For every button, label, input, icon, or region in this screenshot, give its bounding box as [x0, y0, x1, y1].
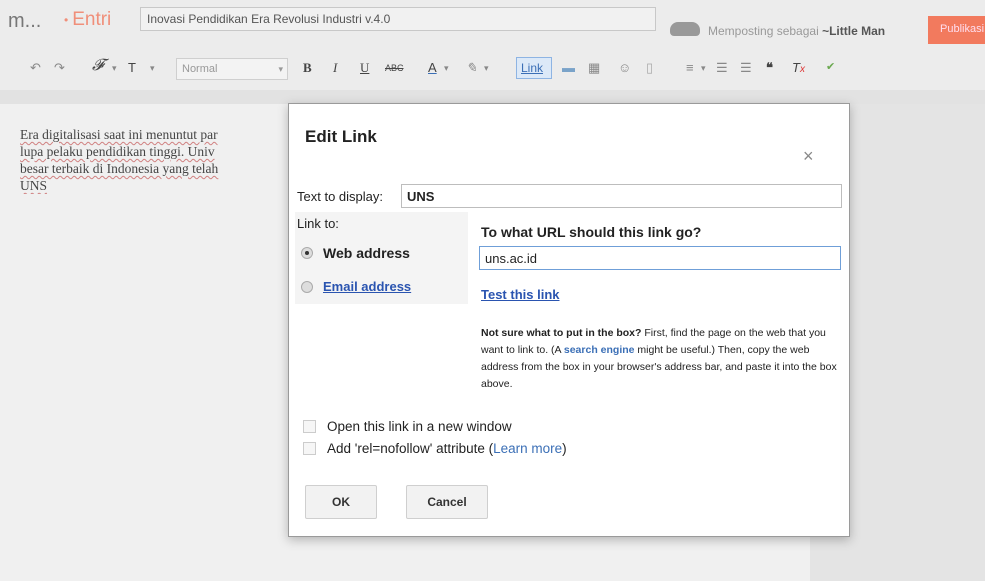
emoji-icon[interactable]: ☺: [618, 60, 631, 75]
avatar: [670, 22, 700, 36]
post-title-input[interactable]: Inovasi Pendidikan Era Revolusi Industri…: [140, 7, 656, 31]
new-window-label: Open this link in a new window: [327, 419, 512, 434]
spellcheck-icon[interactable]: ✔: [826, 60, 835, 73]
text-to-display-input[interactable]: [401, 184, 842, 208]
close-icon[interactable]: ×: [803, 146, 814, 167]
section-label: • Entri: [64, 9, 111, 31]
undo-icon[interactable]: ↶: [30, 60, 41, 76]
edit-link-dialog: Edit Link × Text to display: Link to: We…: [288, 103, 850, 537]
numbered-list-icon[interactable]: ☰: [716, 60, 728, 76]
post-body[interactable]: Era digitalisasi saat ini menuntut par l…: [20, 126, 292, 194]
format-select[interactable]: Normal ▾: [176, 58, 288, 80]
cancel-button[interactable]: Cancel: [406, 485, 488, 519]
toolbar-divider: [0, 90, 985, 104]
redo-icon[interactable]: ↷: [54, 60, 65, 76]
strikethrough-icon[interactable]: ABC: [385, 63, 404, 73]
chevron-down-icon[interactable]: ▾: [444, 63, 449, 74]
radio-checked-icon[interactable]: [301, 247, 313, 259]
chevron-down-icon[interactable]: ▾: [701, 63, 706, 74]
chevron-down-icon[interactable]: ▾: [150, 63, 155, 74]
top-bar: m... • Entri Inovasi Pendidikan Era Revol…: [0, 0, 985, 48]
nofollow-close: ): [562, 441, 567, 456]
help-text: Not sure what to put in the box? First, …: [481, 325, 843, 393]
new-window-checkbox[interactable]: [303, 420, 316, 433]
highlight-icon[interactable]: ✎: [466, 60, 477, 76]
nofollow-option[interactable]: Add 'rel=nofollow' attribute (Learn more…: [303, 441, 567, 456]
blog-name[interactable]: m...: [8, 10, 41, 33]
post-body-line: lupa pelaku pendidikan tinggi. Univ: [20, 144, 215, 159]
jump-break-icon[interactable]: ▯: [646, 60, 653, 76]
post-body-line: UNS: [20, 178, 48, 193]
image-icon[interactable]: ▬: [562, 60, 575, 75]
font-family-icon[interactable]: 𝓕: [92, 57, 104, 75]
text-to-display-label: Text to display:: [297, 189, 383, 204]
font-size-icon[interactable]: T: [128, 60, 136, 75]
italic-icon[interactable]: I: [333, 60, 337, 76]
url-input[interactable]: [479, 246, 841, 270]
align-icon[interactable]: ≡: [686, 60, 694, 75]
web-address-label: Web address: [323, 245, 410, 261]
quote-icon[interactable]: ❝: [766, 60, 773, 76]
publish-button[interactable]: Publikasi: [928, 16, 985, 44]
learn-more-link[interactable]: Learn more: [493, 441, 562, 456]
help-bold: Not sure what to put in the box?: [481, 327, 642, 339]
ok-button[interactable]: OK: [305, 485, 377, 519]
chevron-down-icon[interactable]: ▾: [484, 63, 489, 74]
chevron-down-icon: ▾: [278, 64, 283, 74]
post-body-line: Era digitalisasi saat ini menuntut par: [20, 127, 218, 142]
nofollow-label: Add 'rel=nofollow' attribute (: [327, 441, 494, 456]
editor-toolbar: [0, 48, 985, 94]
underline-icon[interactable]: U: [360, 60, 369, 76]
section-name: Entri: [72, 9, 112, 30]
format-select-value: Normal: [182, 63, 218, 75]
post-body-line: besar terbaik di Indonesia yang telah: [20, 161, 219, 176]
dialog-title: Edit Link: [305, 127, 377, 146]
url-heading: To what URL should this link go?: [481, 224, 702, 240]
web-address-option[interactable]: Web address: [301, 245, 410, 261]
dot-icon: •: [64, 12, 69, 27]
posting-as-prefix: Memposting sebagai: [708, 24, 819, 38]
email-address-label[interactable]: Email address: [323, 279, 411, 294]
video-icon[interactable]: ▦: [588, 60, 600, 76]
remove-formatting-icon[interactable]: Tx: [792, 60, 805, 75]
bulleted-list-icon[interactable]: ☰: [740, 60, 752, 76]
posting-as: Memposting sebagai ~Little Man: [708, 24, 885, 38]
posting-as-user: ~Little Man: [822, 24, 886, 38]
text-color-icon[interactable]: A: [428, 60, 437, 75]
bold-icon[interactable]: B: [303, 60, 312, 76]
email-address-option[interactable]: Email address: [301, 279, 411, 294]
link-button[interactable]: Link: [516, 57, 552, 79]
link-to-label: Link to:: [297, 216, 339, 231]
nofollow-checkbox[interactable]: [303, 442, 316, 455]
search-engine-link[interactable]: search engine: [564, 344, 635, 356]
chevron-down-icon[interactable]: ▾: [112, 63, 117, 74]
test-link[interactable]: Test this link: [481, 287, 560, 302]
radio-icon[interactable]: [301, 280, 313, 293]
new-window-option[interactable]: Open this link in a new window: [303, 419, 512, 434]
